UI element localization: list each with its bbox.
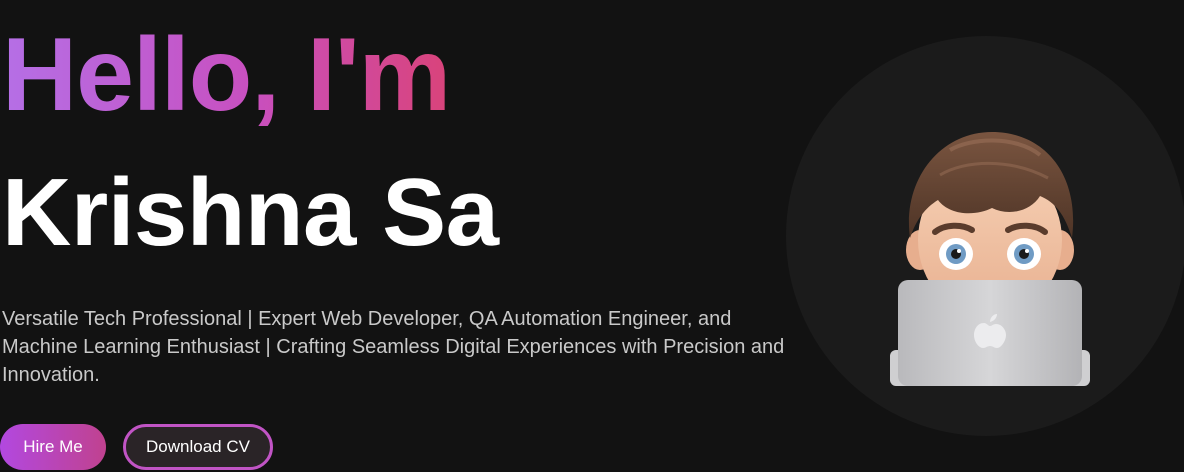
avatar-icon	[890, 132, 1090, 386]
download-cv-button[interactable]: Download CV	[123, 424, 273, 470]
name-heading: Krishna Sa	[2, 159, 499, 266]
hero-section: Hello, I'm Krishna Sa Versatile Tech Pro…	[0, 0, 1184, 472]
hire-me-button[interactable]: Hire Me	[0, 424, 106, 470]
tagline-text: Versatile Tech Professional | Expert Web…	[2, 308, 785, 386]
greeting-heading: Hello, I'm	[2, 17, 451, 133]
